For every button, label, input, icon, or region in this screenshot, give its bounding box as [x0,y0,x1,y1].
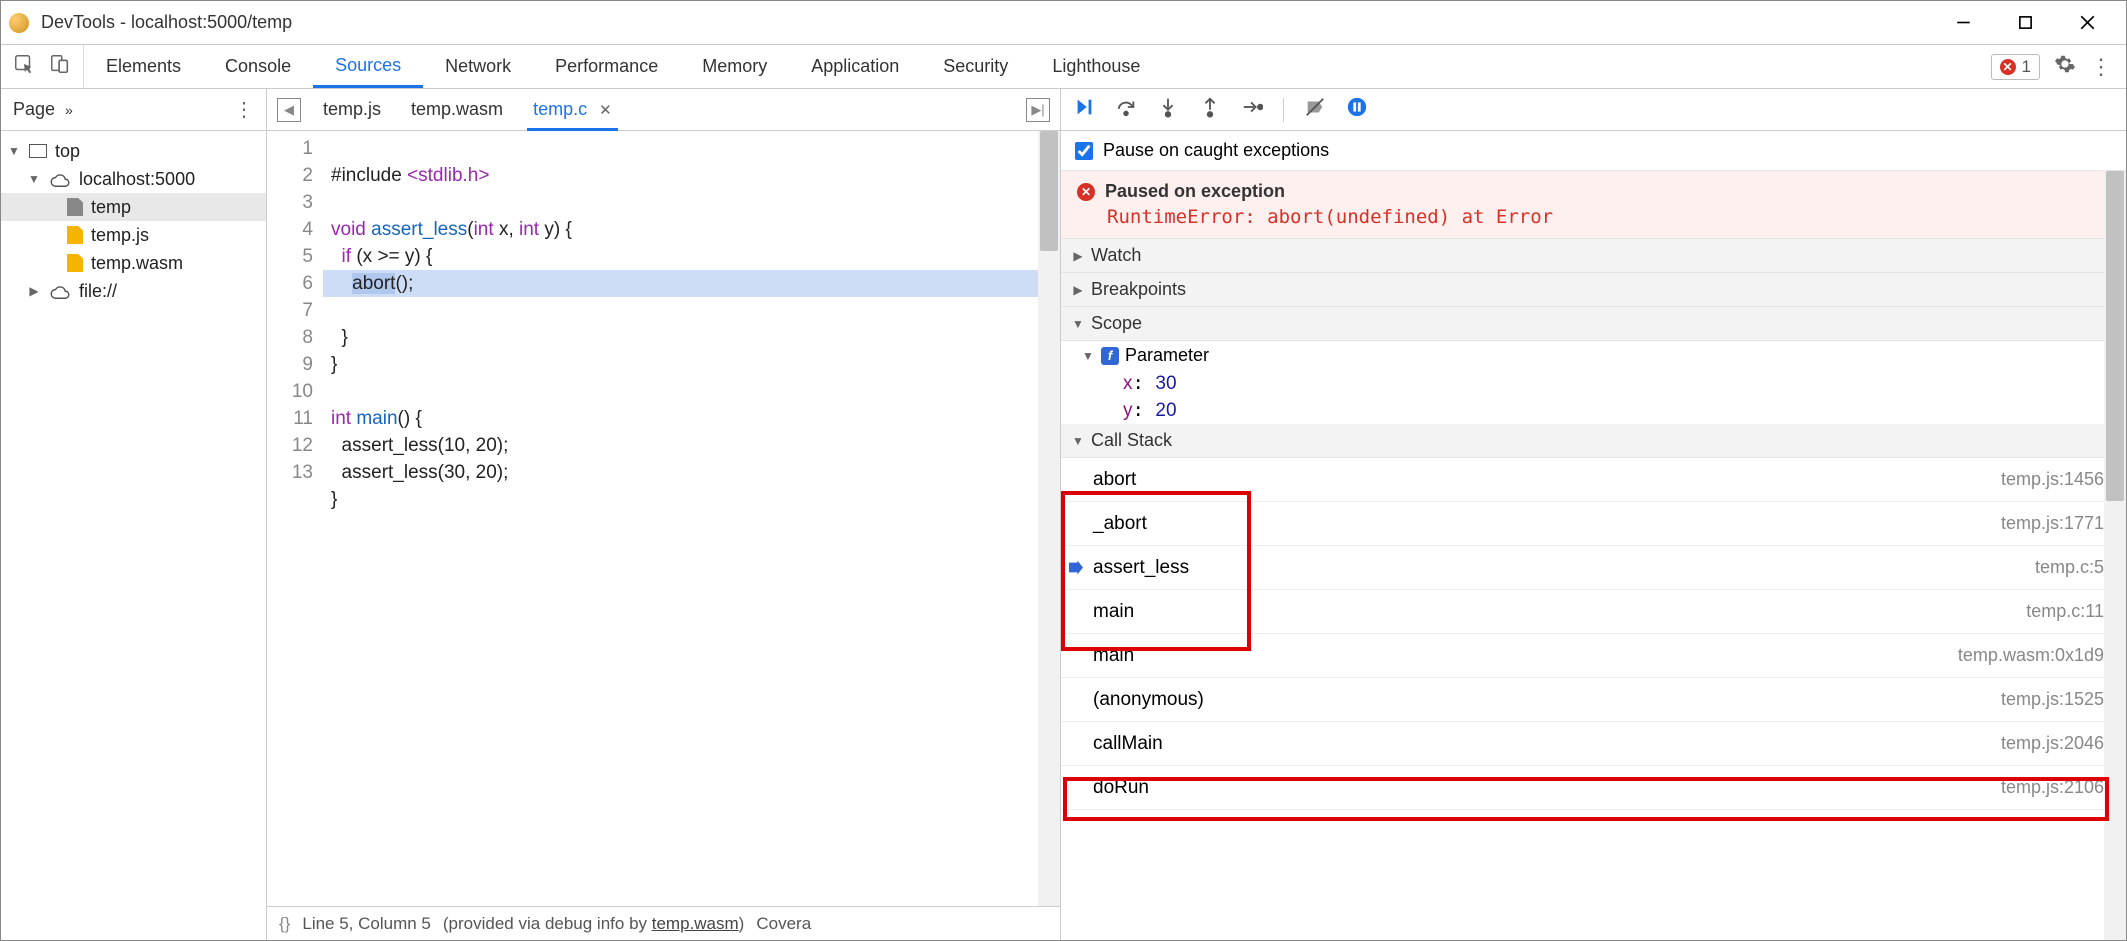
scope-parameter-group[interactable]: ▼fParameter [1061,341,2126,370]
frame-icon [29,144,47,158]
file-tab-tempwasm[interactable]: temp.wasm [411,89,503,130]
file-tab-tempc[interactable]: temp.c✕ [533,89,612,130]
editor-pane: ◀ temp.js temp.wasm temp.c✕ ▶| 123456789… [267,89,1061,940]
stack-frame[interactable]: doRuntemp.js:2106 [1061,766,2126,810]
tree-top[interactable]: ▼top [1,137,266,165]
pause-on-caught-checkbox[interactable] [1075,142,1093,160]
device-toggle-icon[interactable] [49,53,71,80]
tab-sources[interactable]: Sources [313,45,423,88]
more-menu-icon[interactable]: ⋮ [2090,54,2112,80]
tab-application[interactable]: Application [789,45,921,88]
tree-file-tempwasm[interactable]: temp.wasm [1,249,266,277]
braces-icon[interactable]: {} [279,914,290,934]
navigator-more-icon[interactable]: » [65,102,73,118]
file-icon [67,198,83,216]
file-tree: ▼top ▼localhost:5000 temp temp.js temp.w… [1,131,266,311]
toggle-debugger-icon[interactable]: ▶| [1026,98,1050,122]
file-icon [67,254,83,272]
code-body[interactable]: #include <stdlib.h> void assert_less(int… [323,131,1060,906]
pause-on-caught-row: Pause on caught exceptions [1061,131,2126,171]
step-into-icon[interactable] [1157,96,1179,123]
main-toolbar: Elements Console Sources Network Perform… [1,45,2126,89]
stack-frame-current[interactable]: assert_lesstemp.c:5 [1061,546,2126,590]
inspect-icon[interactable] [13,53,35,80]
editor-statusbar: {} Line 5, Column 5 (provided via debug … [267,906,1060,940]
navigator-pane: Page » ⋮ ▼top ▼localhost:5000 temp temp.… [1,89,267,940]
exception-box: ✕Paused on exception RuntimeError: abort… [1061,171,2126,239]
breakpoints-section[interactable]: ▶Breakpoints [1061,273,2126,307]
stack-frame[interactable]: aborttemp.js:1456 [1061,458,2126,502]
window-maximize-button[interactable] [1994,3,2056,43]
callstack-section[interactable]: ▼Call Stack [1061,424,2126,458]
stack-frame[interactable]: _aborttemp.js:1771 [1061,502,2126,546]
tab-performance[interactable]: Performance [533,45,680,88]
stack-frame[interactable]: maintemp.c:11 [1061,590,2126,634]
cursor-position: Line 5, Column 5 [302,914,431,934]
debug-toolbar [1061,89,2126,131]
error-stop-icon: ✕ [1077,183,1095,201]
debuginfo-link[interactable]: temp.wasm [652,914,739,933]
navigator-menu-icon[interactable]: ⋮ [234,97,254,122]
tab-memory[interactable]: Memory [680,45,789,88]
devtools-window: DevTools - localhost:5000/temp Elements … [0,0,2127,941]
tree-fileproto[interactable]: ▶file:// [1,277,266,305]
error-dot-icon: ✕ [2000,59,2016,75]
close-tab-icon[interactable]: ✕ [599,101,612,119]
window-close-button[interactable] [2056,3,2118,43]
exception-message: RuntimeError: abort(undefined) at Error [1107,206,2110,228]
watch-section[interactable]: ▶Watch [1061,239,2126,273]
tree-file-temp[interactable]: temp [1,193,266,221]
window-title: DevTools - localhost:5000/temp [41,12,1932,33]
function-badge-icon: f [1101,347,1119,365]
scope-var-x[interactable]: x: 30 [1061,370,2126,397]
tab-lighthouse[interactable]: Lighthouse [1030,45,1162,88]
resume-icon[interactable] [1073,96,1095,123]
toggle-navigator-icon[interactable]: ◀ [277,98,301,122]
editor-scrollbar[interactable] [1038,131,1060,906]
error-count-badge[interactable]: ✕1 [1991,54,2040,80]
tree-host[interactable]: ▼localhost:5000 [1,165,266,193]
file-tab-tempjs[interactable]: temp.js [323,89,381,130]
scope-var-y[interactable]: y: 20 [1061,397,2126,424]
app-icon [9,13,29,33]
cloud-icon [49,284,71,298]
navigator-page-tab[interactable]: Page [13,99,55,120]
settings-gear-icon[interactable] [2054,53,2076,80]
debug-scrollbar[interactable] [2104,171,2126,940]
current-exec-line: abort(); [323,270,1060,297]
stack-frame[interactable]: callMaintemp.js:2046 [1061,722,2126,766]
file-icon [67,226,83,244]
tree-file-tempjs[interactable]: temp.js [1,221,266,249]
stack-frame[interactable]: (anonymous)temp.js:1525 [1061,678,2126,722]
tab-network[interactable]: Network [423,45,533,88]
step-out-icon[interactable] [1199,96,1221,123]
pause-exceptions-icon[interactable] [1346,96,1368,123]
scope-section[interactable]: ▼Scope [1061,307,2126,341]
debugger-pane: Pause on caught exceptions ✕Paused on ex… [1061,89,2126,940]
window-titlebar: DevTools - localhost:5000/temp [1,1,2126,45]
coverage-label: Covera [756,914,811,934]
debug-body: ✕Paused on exception RuntimeError: abort… [1061,171,2126,940]
tab-elements[interactable]: Elements [84,45,203,88]
tab-console[interactable]: Console [203,45,313,88]
line-gutter: 12345678910111213 [267,131,323,906]
tab-security[interactable]: Security [921,45,1030,88]
panel-tabs: Elements Console Sources Network Perform… [84,45,1977,88]
cloud-icon [49,172,71,186]
deactivate-breakpoints-icon[interactable] [1304,96,1326,123]
stack-frame[interactable]: maintemp.wasm:0x1d9 [1061,634,2126,678]
code-editor[interactable]: 12345678910111213 #include <stdlib.h> vo… [267,131,1060,906]
step-icon[interactable] [1241,96,1263,123]
window-minimize-button[interactable] [1932,3,1994,43]
step-over-icon[interactable] [1115,96,1137,123]
